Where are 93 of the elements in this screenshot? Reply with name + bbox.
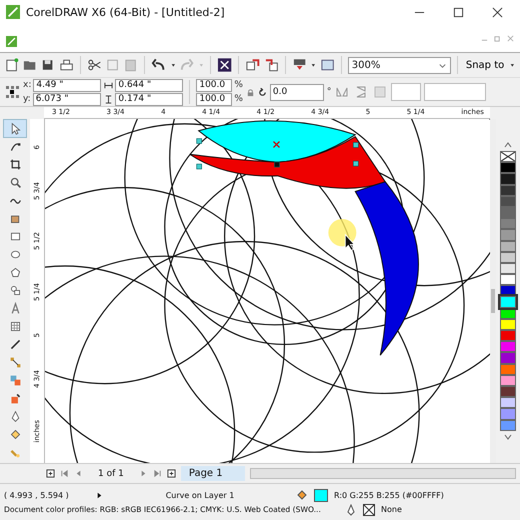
color-swatch[interactable] — [500, 196, 516, 207]
color-swatch[interactable] — [500, 206, 516, 218]
caret-icon[interactable] — [503, 432, 513, 441]
scale-x-field[interactable]: 100.0 — [196, 78, 232, 92]
color-swatch[interactable] — [500, 274, 516, 286]
no-outline-swatch — [363, 504, 375, 516]
lock-icon[interactable] — [246, 88, 255, 96]
outline-value: None — [381, 505, 402, 514]
color-swatch[interactable] — [500, 408, 516, 420]
pen-nib-icon — [345, 504, 357, 516]
color-swatch[interactable] — [500, 386, 516, 398]
color-swatch[interactable] — [500, 218, 516, 230]
color-swatch[interactable] — [500, 262, 516, 274]
snap-to-button[interactable]: Snap to — [464, 60, 506, 70]
percent-label: % — [234, 80, 243, 90]
dropdown-field[interactable] — [391, 83, 422, 101]
percent-label: % — [234, 94, 243, 104]
fill-bucket-icon — [296, 489, 308, 501]
polygon-icon — [8, 266, 22, 279]
rotate-icon — [258, 88, 267, 96]
zoom-icon — [8, 176, 22, 189]
text-field[interactable] — [424, 83, 486, 101]
reference-point-icon[interactable] — [4, 84, 20, 100]
ellipse-icon — [8, 248, 22, 261]
lens-shape[interactable] — [198, 120, 356, 163]
previous-page-icon[interactable] — [74, 469, 83, 478]
color-swatch[interactable] — [500, 397, 516, 408]
y-position-field[interactable]: 6.073 " — [32, 92, 101, 106]
color-swatch[interactable] — [500, 318, 516, 330]
color-swatch[interactable] — [500, 352, 516, 364]
color-swatch[interactable] — [500, 420, 516, 431]
print-icon[interactable] — [58, 57, 74, 73]
export-icon[interactable] — [264, 57, 279, 73]
paint-bucket-icon — [8, 428, 22, 441]
cursor-coordinates: ( 4.993 , 5.594 ) — [4, 490, 70, 500]
rotation-field[interactable]: 0.0 — [270, 84, 324, 100]
app-logo-icon — [6, 5, 20, 19]
crescent-shape[interactable] — [354, 181, 419, 356]
color-swatch[interactable] — [500, 252, 516, 263]
color-swatch[interactable] — [500, 240, 516, 252]
color-swatch[interactable] — [500, 296, 516, 308]
cursor-icon — [344, 234, 356, 251]
add-page-icon[interactable] — [46, 469, 55, 478]
degree-label: ° — [326, 87, 332, 97]
caret-icon[interactable] — [503, 141, 513, 149]
import-icon[interactable] — [245, 57, 261, 73]
center-mark-icon — [272, 140, 280, 148]
tool-button[interactable] — [4, 120, 26, 137]
blend-icon — [8, 374, 22, 387]
no-color-swatch[interactable] — [500, 151, 516, 162]
color-swatch[interactable] — [500, 364, 516, 375]
play-icon[interactable] — [95, 490, 104, 500]
x-label: x: — [23, 80, 32, 90]
scale-y-field[interactable]: 100.0 — [196, 92, 232, 106]
connector-icon — [8, 356, 22, 369]
add-page-icon[interactable] — [166, 469, 176, 478]
color-swatch[interactable] — [500, 330, 516, 342]
undo-icon[interactable] — [151, 57, 167, 73]
width-field[interactable]: 0.644 " — [115, 78, 184, 92]
scissors-icon[interactable] — [86, 57, 102, 73]
rectangle-icon — [8, 230, 22, 243]
document-logo-icon — [6, 36, 17, 46]
next-page-icon[interactable] — [138, 469, 148, 478]
selection-handles[interactable] — [196, 138, 359, 170]
fill-color-swatch — [314, 488, 328, 502]
horizontal-scrollbar[interactable] — [250, 468, 516, 479]
page-tab[interactable]: Page 1 — [180, 466, 245, 481]
object-info: Curve on Layer 1 — [164, 490, 236, 500]
color-swatch[interactable] — [500, 374, 516, 386]
color-swatch[interactable] — [500, 162, 516, 174]
x-position-field[interactable]: 4.49 " — [33, 78, 102, 92]
new-document-icon[interactable] — [4, 57, 20, 73]
fill-color-value: R:0 G:255 B:255 (#00FFFF) — [334, 490, 444, 500]
first-page-icon[interactable] — [60, 469, 69, 478]
color-swatch[interactable] — [500, 229, 516, 240]
basic-shapes-icon — [8, 284, 22, 297]
last-page-icon[interactable] — [152, 469, 162, 478]
height-field[interactable]: 0.174 " — [115, 92, 184, 106]
color-swatch[interactable] — [500, 173, 516, 185]
zoom-dropdown[interactable]: 300% — [348, 56, 451, 74]
color-swatch[interactable] — [500, 341, 516, 352]
table-icon — [8, 320, 22, 333]
page-counter: 1 of 1 — [98, 468, 124, 478]
color-swatch[interactable] — [500, 184, 516, 196]
close-icon[interactable] — [492, 6, 503, 18]
window-title: CorelDRAW X6 (64-Bit) - [Untitled-2] — [26, 6, 225, 18]
cursor-highlight — [328, 218, 356, 246]
height-icon — [104, 94, 114, 104]
width-icon — [104, 80, 114, 90]
crop-icon — [8, 158, 22, 171]
y-label: y: — [23, 94, 31, 104]
maximize-icon[interactable] — [453, 6, 464, 18]
arc-band-shape[interactable] — [189, 136, 386, 189]
